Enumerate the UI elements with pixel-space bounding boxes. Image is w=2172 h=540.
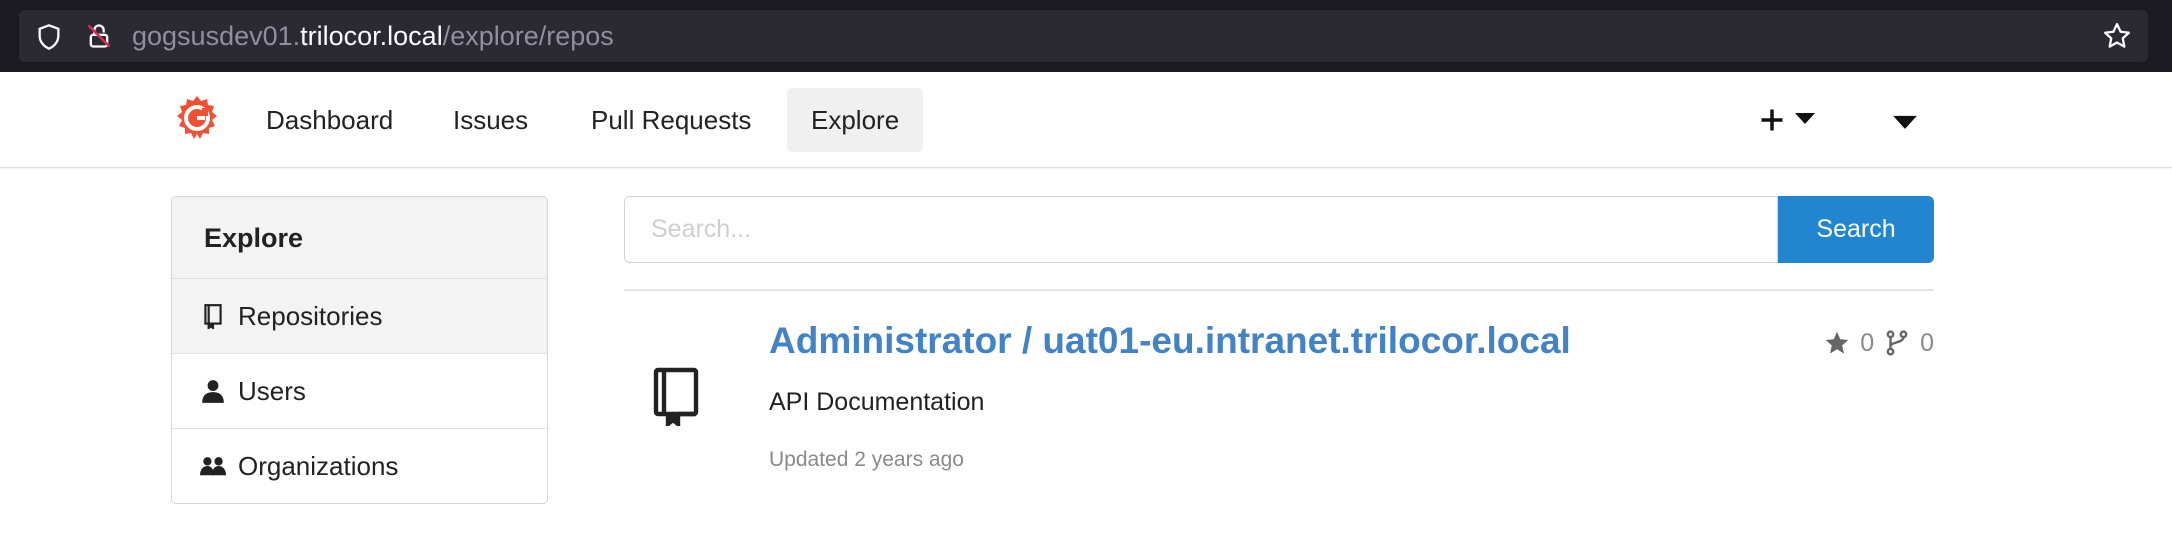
sidebar-item-label: Users [238, 376, 306, 406]
fork-count: 0 [1920, 328, 1934, 357]
repo-icon [204, 304, 222, 329]
repo-updated-time: Updated 2 years ago [769, 448, 964, 471]
chevron-down-icon [1795, 113, 1815, 124]
repo-stats: 0 0 [1824, 326, 1934, 360]
address-bar[interactable]: gogsusdev01.trilocor.local/explore/repos [19, 10, 2148, 62]
url-text[interactable]: gogsusdev01.trilocor.local/explore/repos [132, 21, 614, 51]
url-host: trilocor.local [300, 21, 443, 51]
sidebar-title: Explore [172, 197, 547, 279]
sidebar-item-label: Organizations [238, 451, 399, 481]
plus-icon [1761, 109, 1783, 131]
search-button[interactable]: Search [1778, 196, 1934, 263]
url-path: /explore/repos [442, 21, 614, 51]
nav-explore[interactable]: Explore [787, 88, 924, 152]
nav-dashboard[interactable]: Dashboard [242, 88, 417, 152]
repo-description: API Documentation [769, 388, 985, 416]
gogs-logo-icon[interactable] [172, 94, 222, 144]
sidebar-item-users[interactable]: Users [172, 354, 547, 429]
sidebar-item-organizations[interactable]: Organizations [172, 429, 547, 503]
explore-sidebar: Explore Repositories Users Organizations [171, 196, 548, 504]
star-count: 0 [1860, 328, 1875, 357]
url-prefix: gogsusdev01. [132, 21, 301, 51]
organization-icon [200, 457, 226, 476]
sidebar-item-label: Repositories [238, 301, 383, 331]
nav-issues[interactable]: Issues [429, 88, 552, 152]
bookmark-star-icon[interactable] [2102, 21, 2132, 51]
divider [624, 289, 1934, 291]
search-input[interactable] [624, 196, 1778, 263]
user-menu-dropdown-icon[interactable] [1892, 110, 1918, 136]
star-icon[interactable] [1824, 330, 1850, 356]
top-navigation: Dashboard Issues Pull Requests Explore [0, 72, 2172, 168]
repo-title-link[interactable]: Administrator / uat01-eu.intranet.triloc… [769, 320, 1571, 362]
fork-icon[interactable] [1884, 330, 1910, 356]
person-icon [202, 380, 224, 403]
create-new-dropdown[interactable] [1756, 100, 1816, 140]
nav-pull-requests[interactable]: Pull Requests [567, 88, 775, 152]
sidebar-item-repositories[interactable]: Repositories [172, 279, 547, 354]
browser-toolbar: gogsusdev01.trilocor.local/explore/repos [0, 0, 2172, 72]
repo-book-icon [653, 367, 699, 426]
shield-icon[interactable] [35, 23, 63, 51]
insecure-lock-icon[interactable] [85, 22, 113, 50]
